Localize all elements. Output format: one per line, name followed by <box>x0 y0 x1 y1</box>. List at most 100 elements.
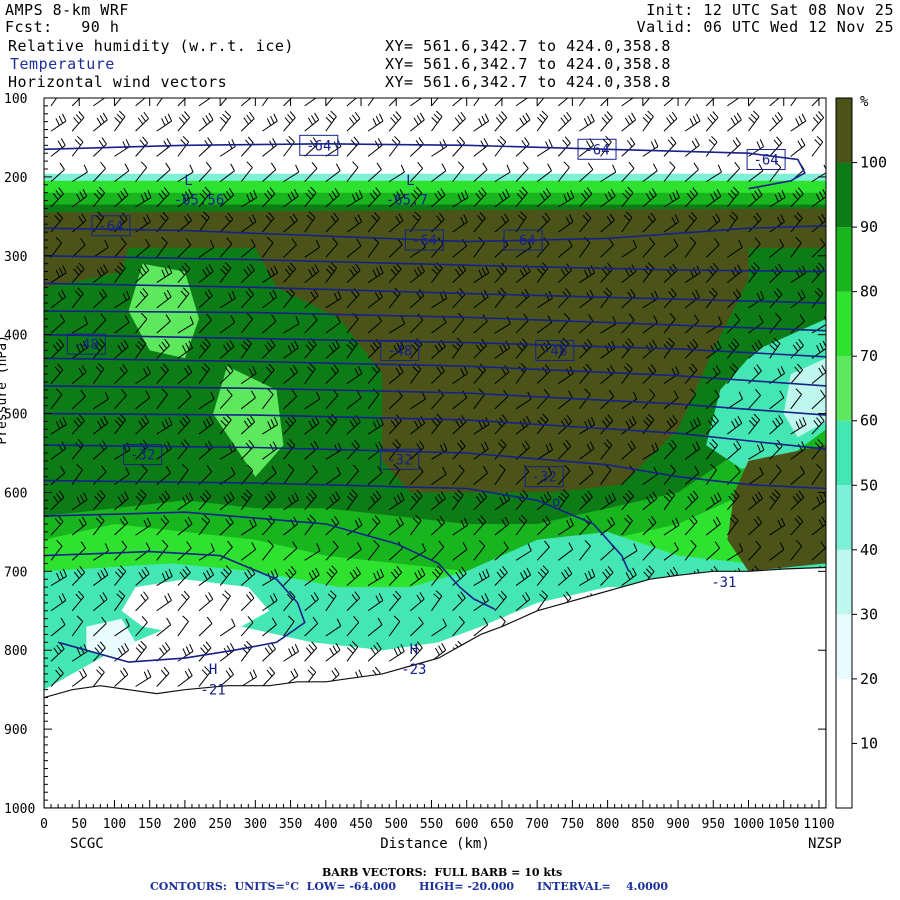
colorbar: 10 20 30 40 50 60 70 80 90 100% <box>835 94 887 809</box>
extremum-label: -65.7 <box>386 193 428 209</box>
rh-region-dry-top <box>44 98 826 177</box>
contour-label-text: -32 <box>387 452 412 468</box>
colorbar-tick-label: 60 <box>860 412 878 430</box>
x-tick-label: 350 <box>279 817 302 832</box>
extremum-label: H <box>410 642 418 658</box>
colorbar-segment <box>836 420 852 486</box>
x-tick-label: 1100 <box>803 817 834 832</box>
wind-barb-feather <box>397 87 402 93</box>
extremum-label: -23 <box>401 662 426 678</box>
x-tick-label: 50 <box>71 817 87 832</box>
footer-barb-note: BARB VECTORS: FULL BARB = 10 kts <box>322 866 563 879</box>
wind-barb-feather <box>633 88 637 95</box>
colorbar-segment <box>836 485 852 550</box>
contour-label-text: -64 <box>98 219 123 235</box>
y-tick-label: 600 <box>4 486 27 501</box>
y-axis-label: Pressure (hPa) <box>0 335 10 445</box>
x-tick-label: 150 <box>138 817 161 832</box>
x-tick-label: 450 <box>349 817 372 832</box>
x-tick-label: 950 <box>702 817 725 832</box>
wind-barb-feather <box>226 86 231 92</box>
wind-barb-feather <box>121 86 126 92</box>
x-tick-label: 800 <box>596 817 619 832</box>
wind-barb-feather <box>478 86 484 91</box>
contour-label-text: -48 <box>542 343 567 359</box>
colorbar-segment <box>836 356 852 421</box>
extremum-label: L <box>406 173 414 189</box>
wind-barb-feather <box>267 86 273 91</box>
colorbar-segment <box>836 614 852 679</box>
y-tick-label: 900 <box>4 723 27 738</box>
contour-label-text: -64 <box>510 233 535 249</box>
colorbar-tick-label: 90 <box>860 218 878 236</box>
colorbar-tick-label: 20 <box>860 670 878 688</box>
wind-barb-feather <box>332 86 337 92</box>
wind-barb-feather <box>104 88 108 95</box>
colorbar-segment <box>836 98 852 163</box>
contour-label-text: -48 <box>74 337 99 353</box>
wind-barb-feather <box>690 86 696 91</box>
x-tick-label: 400 <box>314 817 337 832</box>
extremum-label: -31 <box>711 575 736 591</box>
wind-barb-feather <box>649 86 654 92</box>
wind-barb-feather <box>527 88 531 95</box>
colorbar-segment <box>836 549 852 615</box>
wind-barb-feather <box>714 87 719 93</box>
colorbar-tick-label: 50 <box>860 476 878 494</box>
wind-barb-feather <box>357 88 361 95</box>
wind-barb-feather <box>584 86 590 91</box>
colorbar-segment <box>836 291 852 357</box>
x-tick-label: 100 <box>103 817 126 832</box>
wind-barb-feather <box>608 87 613 93</box>
colorbar-segment <box>836 678 852 744</box>
wind-barb-feather <box>56 86 62 91</box>
contour-label-text: -32 <box>130 448 155 464</box>
wind-barb-feather <box>568 88 572 95</box>
wind-barb-feather <box>186 87 191 93</box>
y-tick-label: 100 <box>4 92 27 107</box>
colorbar-tick-label: 10 <box>860 734 878 752</box>
contour-label-text: -64 <box>412 233 437 249</box>
contour-label-text: -32 <box>532 470 557 486</box>
wind-barb-feather <box>779 88 783 95</box>
colorbar-tick-label: 30 <box>860 605 878 623</box>
wind-barb-feather <box>210 88 214 95</box>
wind-barb-feather <box>80 87 85 93</box>
wind-barb-feather <box>145 88 149 95</box>
x-tick-label: 300 <box>244 817 267 832</box>
wind-barb-feather <box>462 88 466 95</box>
wind-barb-feather <box>316 88 320 95</box>
x-tick-label: 250 <box>208 817 231 832</box>
extremum-label: o <box>552 495 560 511</box>
x-tick-label: 700 <box>525 817 548 832</box>
left-endpoint-label: SCGC <box>70 836 104 852</box>
extremum-label: H <box>209 662 217 678</box>
extremum-label: L <box>184 173 192 189</box>
contour-label-text: -64 <box>584 142 609 158</box>
right-endpoint-label: NZSP <box>808 836 842 852</box>
footer-contour-note: CONTOURS: UNITS=°C LOW= -64.000 HIGH= -2… <box>150 880 669 893</box>
wind-barb-feather <box>291 87 296 93</box>
wind-barb-feather <box>755 86 760 92</box>
cross-section-chart: -64 -64 -64 -64 -64 -64 -48 -48 -48 -32 -32 -32 L -65… <box>0 86 887 852</box>
colorbar-segment <box>836 162 852 228</box>
x-tick-label: 600 <box>455 817 478 832</box>
x-tick-label: 650 <box>490 817 513 832</box>
wind-barb-feather <box>739 88 743 95</box>
wind-barb-feather <box>421 88 425 95</box>
wind-barb-feather <box>438 86 443 92</box>
wind-barb-feather <box>251 88 255 95</box>
y-tick-label: 300 <box>4 250 27 265</box>
contour-label-text: -48 <box>387 343 412 359</box>
extremum-label: -65.56 <box>174 193 225 209</box>
x-tick-label: 1050 <box>768 817 799 832</box>
x-tick-label: 1000 <box>733 817 764 832</box>
x-tick-label: 200 <box>173 817 196 832</box>
x-tick-label: 550 <box>420 817 443 832</box>
colorbar-unit: % <box>860 94 869 110</box>
y-tick-label: 700 <box>4 565 27 580</box>
wind-barb-feather <box>674 88 678 95</box>
y-tick-label: 200 <box>4 171 27 186</box>
wind-barb-feather <box>503 87 508 93</box>
contour-label-text: -64 <box>753 153 778 169</box>
